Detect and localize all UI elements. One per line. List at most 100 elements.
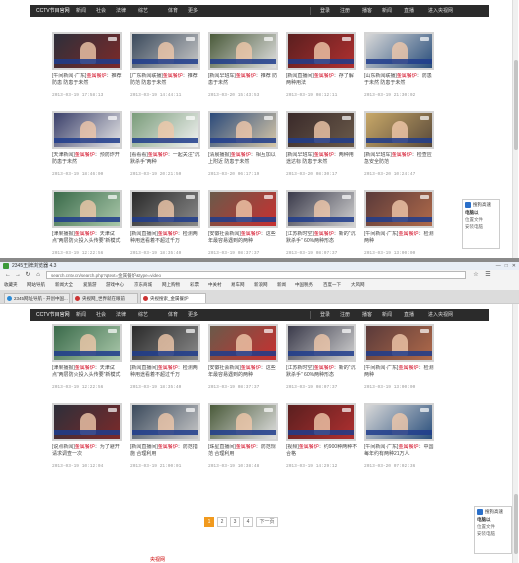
video-title-link[interactable]: [午间新闻·广东]金属餐炉：中国每年约有两种21万人 <box>364 444 436 457</box>
nav-item-variety[interactable]: 综艺 <box>138 5 148 17</box>
page-button[interactable]: 3 <box>230 517 240 527</box>
video-title-link[interactable]: [新闻直播间]金属餐炉：检测两种用途看着不超过千万 <box>130 365 202 378</box>
nav-item-society[interactable]: 社会 <box>96 5 106 17</box>
tab-cntv-search[interactable]: 央视搜索_金属餐炉 <box>140 293 206 303</box>
video-title-link[interactable]: [安徽社会新闻]金属餐炉：这些年最容易遇到的两种 <box>208 365 280 378</box>
next-page-button[interactable]: 下一页 <box>256 517 278 527</box>
favorite-link[interactable]: 网站导航 <box>27 280 45 290</box>
video-thumbnail[interactable] <box>208 190 278 228</box>
favorite-link[interactable]: 大风网 <box>351 280 365 290</box>
video-thumbnail[interactable] <box>52 324 122 362</box>
nav-item-home[interactable]: CCTV节目官网 <box>36 309 70 321</box>
favorite-link[interactable]: 收藏夹 <box>4 280 18 290</box>
nav-item-more[interactable]: 更多 <box>188 309 198 321</box>
video-title-link[interactable]: [视频]金属餐炉：约900种两种不合格 <box>286 444 358 457</box>
favorite-link[interactable]: 游戏中心 <box>106 280 124 290</box>
favorite-link[interactable]: 网上购物 <box>162 280 180 290</box>
video-title-link[interactable]: [江苏新时空]金属餐炉：新的“沉默杀手” 60%两种形态 <box>286 365 358 378</box>
minimize-icon[interactable]: — <box>496 262 501 270</box>
address-bar[interactable]: search.cntv.cn/search.php?qtext=金属餐炉&typ… <box>46 271 466 279</box>
nav-register[interactable]: 注册 <box>340 5 350 17</box>
video-thumbnail[interactable] <box>130 190 200 228</box>
video-title-link[interactable]: [新闻直播间]金属餐炉：存了解两种用法 <box>286 73 358 86</box>
close-icon[interactable]: ✕ <box>512 262 516 270</box>
favorite-link[interactable]: 新闻大全 <box>55 280 73 290</box>
video-title-link[interactable]: [清晨播报]金属餐炉：相互加以上附近 防患于未然 <box>208 152 280 165</box>
sogou-side-ad-top[interactable]: 搜狗高速 电脑以 位置文件 安装电脑 <box>462 199 500 249</box>
tab-2345-nav[interactable]: 2345网址导航 - 开创中国... <box>4 293 70 303</box>
video-thumbnail[interactable] <box>52 403 122 441</box>
menu-icon[interactable]: ☰ <box>484 271 492 279</box>
video-thumbnail[interactable] <box>52 190 122 228</box>
video-thumbnail[interactable] <box>364 324 434 362</box>
back-arrow-icon[interactable]: ← <box>4 271 12 279</box>
video-thumbnail[interactable] <box>130 111 200 149</box>
nav-enter-cntv[interactable]: 进入央视网 <box>428 5 453 17</box>
video-thumbnail[interactable] <box>208 111 278 149</box>
video-thumbnail[interactable] <box>364 403 434 441</box>
video-title-link[interactable]: [新闻早班车]金属餐炉：两种用途达标 防患于未然 <box>286 152 358 165</box>
video-title-link[interactable]: [说点新闻]金属餐炉：为了避开 请求调查一次 <box>52 444 124 457</box>
maximize-icon[interactable]: □ <box>505 262 508 270</box>
video-thumbnail[interactable] <box>286 111 356 149</box>
video-thumbnail[interactable] <box>130 324 200 362</box>
video-title-link[interactable]: [江苏新时空]金属餐炉：新的“沉默杀手” 60%两种形态 <box>286 231 358 244</box>
video-thumbnail[interactable] <box>364 32 434 70</box>
refresh-icon[interactable]: ↻ <box>24 271 32 279</box>
video-thumbnail[interactable] <box>286 324 356 362</box>
favorite-link[interactable]: 爱旅游 <box>83 280 97 290</box>
video-thumbnail[interactable] <box>208 403 278 441</box>
nav-item-news[interactable]: 新闻 <box>76 5 86 17</box>
video-title-link[interactable]: [津果播报]金属餐炉：天津试点“两层防火投入头传要”新模式 <box>52 231 124 244</box>
video-title-link[interactable]: [珠星直播间]金属餐炉：防范规范 合理利用 <box>208 444 280 457</box>
video-title-link[interactable]: [新闻早班车]金属餐炉：检查应急安全防范 <box>364 152 436 165</box>
page-button[interactable]: 2 <box>217 517 227 527</box>
nav-news-right[interactable]: 新闻 <box>382 5 392 17</box>
star-icon[interactable]: ☆ <box>472 271 480 279</box>
forward-arrow-icon[interactable]: → <box>14 271 22 279</box>
favorite-link[interactable]: 中国税务 <box>295 280 313 290</box>
video-title-link[interactable]: [山东新闻联播]金属餐炉：防患于未然 防患于未然 <box>364 73 436 86</box>
nav-login[interactable]: 登录 <box>320 309 330 321</box>
video-title-link[interactable]: [午间新闻·广东]金属餐炉：推荐防患 防患于未然 <box>52 73 124 86</box>
nav-live[interactable]: 直播 <box>404 309 414 321</box>
video-thumbnail[interactable] <box>130 403 200 441</box>
video-title-link[interactable]: [午间新闻·广东]金属餐炉：检测两种 <box>364 365 436 378</box>
video-title-link[interactable]: [新闻直播间]金属餐炉：检测两种用途看着不超过千万 <box>130 231 202 244</box>
tab-cntv-home[interactable]: 央视网_世界就在眼前 <box>72 293 138 303</box>
nav-item-society[interactable]: 社会 <box>96 309 106 321</box>
scrollbar-bottom[interactable] <box>512 304 518 563</box>
video-thumbnail[interactable] <box>364 190 434 228</box>
scrollbar-thumb[interactable] <box>514 60 518 150</box>
page-button[interactable]: 1 <box>204 517 214 527</box>
nav-item-variety[interactable]: 综艺 <box>138 309 148 321</box>
video-thumbnail[interactable] <box>364 111 434 149</box>
video-thumbnail[interactable] <box>286 190 356 228</box>
video-thumbnail[interactable] <box>130 32 200 70</box>
favorite-link[interactable]: 易车网 <box>231 280 245 290</box>
video-title-link[interactable]: [广东新闻联播]金属餐炉：推荐防范 防患于未然 <box>130 73 202 86</box>
video-title-link[interactable]: [午间新闻·广东]金属餐炉：检测两种 <box>364 231 436 244</box>
nav-item-sports[interactable]: 体育 <box>168 309 178 321</box>
nav-item-news[interactable]: 新闻 <box>76 309 86 321</box>
video-thumbnail[interactable] <box>208 324 278 362</box>
video-thumbnail[interactable] <box>286 32 356 70</box>
video-title-link[interactable]: [新闻直播间]金属餐炉：防范措施 合理利用 <box>130 444 202 457</box>
nav-register[interactable]: 注册 <box>340 309 350 321</box>
favorite-link[interactable]: 新浪网 <box>254 280 268 290</box>
nav-item-law[interactable]: 法律 <box>116 5 126 17</box>
nav-podcast[interactable]: 播客 <box>362 5 372 17</box>
video-title-link[interactable]: [安徽社会新闻]金属餐炉：这些年最容易遇到的两种 <box>208 231 280 244</box>
video-title-link[interactable]: [天津新闻]金属餐炉：预防炸开 防患于未然 <box>52 152 124 165</box>
nav-enter-cntv[interactable]: 进入央视网 <box>428 309 453 321</box>
nav-item-home[interactable]: CCTV节目官网 <box>36 5 70 17</box>
video-thumbnail[interactable] <box>286 403 356 441</box>
favorite-link[interactable]: 新闻 <box>277 280 286 290</box>
nav-podcast[interactable]: 播客 <box>362 309 372 321</box>
video-thumbnail[interactable] <box>52 111 122 149</box>
sogou-side-ad-bottom[interactable]: 搜狗高速 电脑以 位置文件 安装电脑 <box>474 506 512 554</box>
favorite-link[interactable]: 百度一下 <box>323 280 341 290</box>
video-title-link[interactable]: [新闻早班车]金属餐炉：推荐 防患于未然 <box>208 73 280 86</box>
nav-login[interactable]: 登录 <box>320 5 330 17</box>
favorite-link[interactable]: 京东商城 <box>134 280 152 290</box>
